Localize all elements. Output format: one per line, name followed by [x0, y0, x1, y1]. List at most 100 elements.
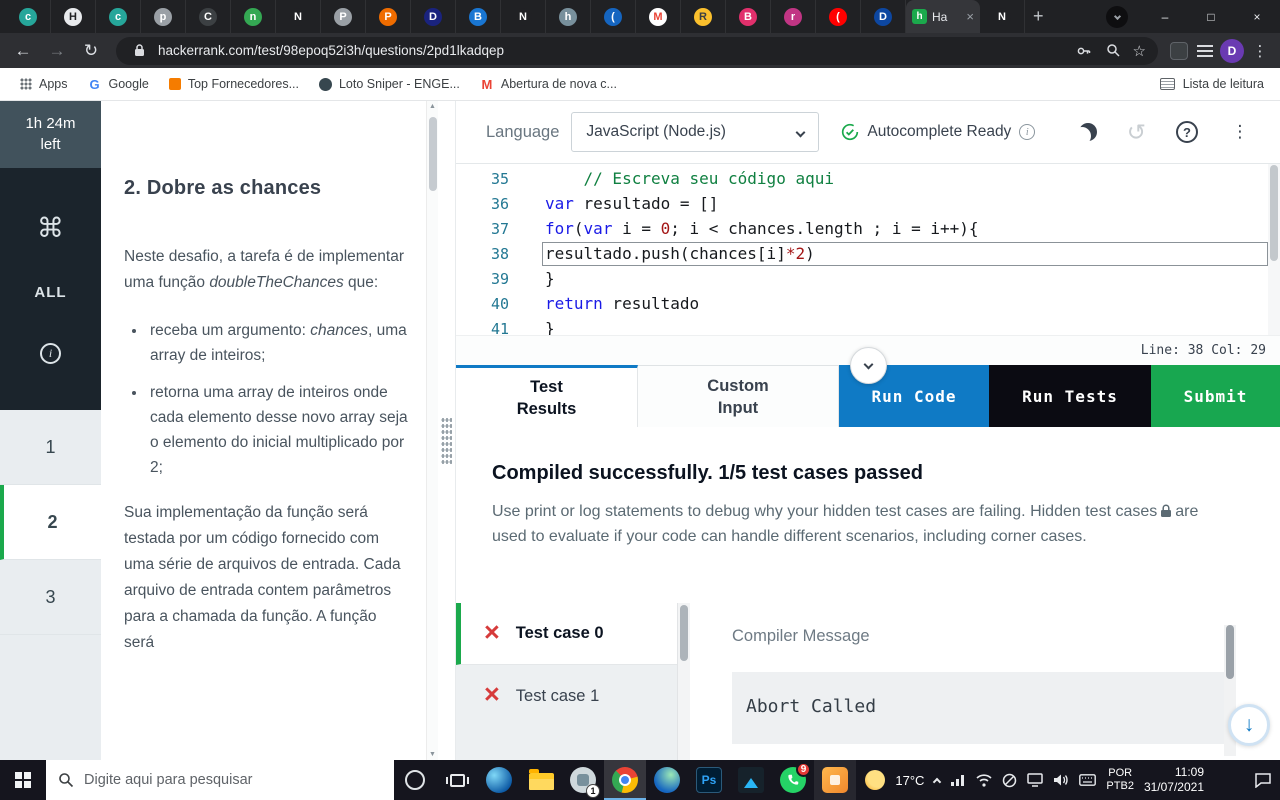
collapse-panel-button[interactable] [850, 347, 887, 384]
browser-tab[interactable]: D [411, 0, 456, 33]
menu-lines-icon[interactable] [1194, 45, 1216, 57]
keyboard-icon[interactable] [1079, 774, 1096, 786]
taskbar-app-notifications[interactable]: 1 [562, 760, 604, 800]
cortana-button[interactable] [394, 760, 436, 800]
browser-tab[interactable]: D [861, 0, 906, 33]
close-window-button[interactable]: × [1234, 0, 1280, 33]
history-icon[interactable]: ↺ [1127, 121, 1146, 144]
browser-tab[interactable]: B [726, 0, 771, 33]
search-input[interactable] [84, 772, 344, 788]
weather-icon[interactable] [865, 770, 885, 790]
info-icon[interactable]: i [40, 343, 61, 364]
browser-tab[interactable]: N [276, 0, 321, 33]
browser-tab[interactable]: ( [816, 0, 861, 33]
language-select[interactable]: JavaScript (Node.js) [571, 112, 819, 152]
profile-avatar[interactable]: D [1220, 39, 1244, 63]
code-line[interactable]: 37for(var i = 0; i < chances.length ; i … [456, 216, 1280, 241]
scrollbar-thumb[interactable] [429, 117, 437, 191]
taskbar-app-edge[interactable] [478, 760, 520, 800]
browser-tab-active[interactable]: hHa× [906, 0, 980, 33]
code-line[interactable]: 41} [456, 316, 1280, 335]
address-bar[interactable]: hackerrank.com/test/98epoq52i3h/question… [116, 37, 1158, 65]
taskbar-app-explorer[interactable] [520, 760, 562, 800]
forward-button[interactable]: → [42, 37, 72, 65]
signal-icon[interactable] [950, 773, 966, 787]
scroll-to-bottom-button[interactable]: ↓ [1228, 704, 1270, 746]
scroll-down-icon[interactable]: ▼ [429, 751, 436, 758]
browser-tab[interactable]: N [501, 0, 546, 33]
code-line-current[interactable]: 38resultado.push(chances[i]*2) [456, 241, 1280, 266]
hidden-icons-chevron[interactable] [933, 778, 941, 786]
temperature[interactable]: 17°C [895, 773, 924, 788]
browser-tab[interactable]: M [636, 0, 681, 33]
bookmark-item[interactable]: Loto Sniper - ENGE... [311, 73, 468, 95]
new-tab-button[interactable]: + [1033, 6, 1044, 27]
browser-tab[interactable]: R [681, 0, 726, 33]
browser-tab[interactable]: C [186, 0, 231, 33]
display-icon[interactable] [1027, 773, 1043, 787]
zoom-icon[interactable] [1103, 43, 1125, 58]
action-center-icon[interactable] [1254, 772, 1272, 788]
task-view-button[interactable] [436, 760, 478, 800]
taskbar-app-photos[interactable] [730, 760, 772, 800]
tab-close-icon[interactable]: × [966, 9, 974, 24]
url-text[interactable]: hackerrank.com/test/98epoq52i3h/question… [158, 43, 1065, 58]
bookmark-star-icon[interactable]: ☆ [1133, 42, 1146, 60]
question-nav-item[interactable]: 1 [0, 410, 101, 485]
taskbar-app-photoshop[interactable]: Ps [688, 760, 730, 800]
minimize-button[interactable]: – [1142, 0, 1188, 33]
splitter-grip[interactable] [441, 417, 452, 465]
bookmark-item[interactable]: MAbertura de nova c... [472, 73, 625, 96]
testcase-scrollbar[interactable] [677, 603, 690, 760]
sidebar-all-button[interactable]: ALL [34, 284, 66, 301]
code-line[interactable]: 35 // Escreva seu código aqui [456, 166, 1280, 191]
taskbar-app-orange[interactable] [814, 760, 856, 800]
browser-menu-icon[interactable]: ⋮ [1248, 42, 1272, 60]
code-lines[interactable]: 35 // Escreva seu código aqui36var resul… [456, 164, 1280, 335]
reading-list-button[interactable]: Lista de leitura [1160, 77, 1268, 91]
back-button[interactable]: ← [8, 37, 38, 65]
browser-tab[interactable]: P [321, 0, 366, 33]
code-line[interactable]: 40return resultado [456, 291, 1280, 316]
browser-tab[interactable]: n [231, 0, 276, 33]
taskbar-app-whatsapp[interactable]: 9 [772, 760, 814, 800]
code-line[interactable]: 36var resultado = [] [456, 191, 1280, 216]
editor-menu-icon[interactable]: ⋮ [1228, 122, 1252, 142]
scrollbar-thumb[interactable] [1270, 165, 1278, 261]
browser-tab[interactable]: P [366, 0, 411, 33]
taskbar-app-edge-beta[interactable] [646, 760, 688, 800]
bookmark-item[interactable]: Apps [12, 73, 76, 95]
maximize-button[interactable]: □ [1188, 0, 1234, 33]
question-scrollbar[interactable]: ▲ ▼ [426, 101, 438, 760]
scroll-up-icon[interactable]: ▲ [429, 103, 436, 110]
code-line[interactable]: 39} [456, 266, 1280, 291]
keyboard-shortcuts-icon[interactable]: ⌘ [37, 215, 64, 242]
start-button[interactable] [0, 760, 46, 800]
editor-scrollbar[interactable] [1268, 164, 1280, 335]
taskbar-search[interactable] [46, 760, 394, 800]
dark-mode-icon[interactable] [1079, 123, 1097, 141]
help-icon[interactable]: ? [1176, 121, 1198, 143]
browser-tab[interactable]: h [546, 0, 591, 33]
question-nav-item[interactable]: 3 [0, 560, 101, 635]
bookmark-item[interactable]: Top Fornecedores... [161, 73, 307, 95]
scrollbar-thumb[interactable] [1226, 625, 1234, 679]
ink-disabled-icon[interactable] [1002, 773, 1017, 788]
taskbar-clock[interactable]: 11:09 31/07/2021 [1144, 765, 1204, 795]
tab-custom-input[interactable]: Custom Input [638, 365, 839, 427]
browser-tab[interactable]: H [51, 0, 96, 33]
browser-tab[interactable]: ( [591, 0, 636, 33]
extension-icon[interactable] [1168, 42, 1190, 60]
info-icon[interactable]: i [1019, 124, 1035, 140]
testcase-item[interactable]: ×Test case 1 [456, 665, 690, 727]
tab-test-results[interactable]: Test Results [456, 365, 638, 427]
volume-icon[interactable] [1053, 773, 1069, 787]
password-key-icon[interactable] [1073, 43, 1095, 59]
tab-search-icon[interactable] [1106, 6, 1128, 28]
bookmark-item[interactable]: GGoogle [80, 73, 157, 96]
panel-splitter[interactable] [438, 101, 455, 760]
submit-button[interactable]: Submit [1151, 365, 1280, 427]
testcase-item[interactable]: ×Test case 0 [456, 603, 690, 665]
browser-tab[interactable]: c [6, 0, 51, 33]
language-indicator[interactable]: POR PTB2 [1106, 767, 1134, 793]
